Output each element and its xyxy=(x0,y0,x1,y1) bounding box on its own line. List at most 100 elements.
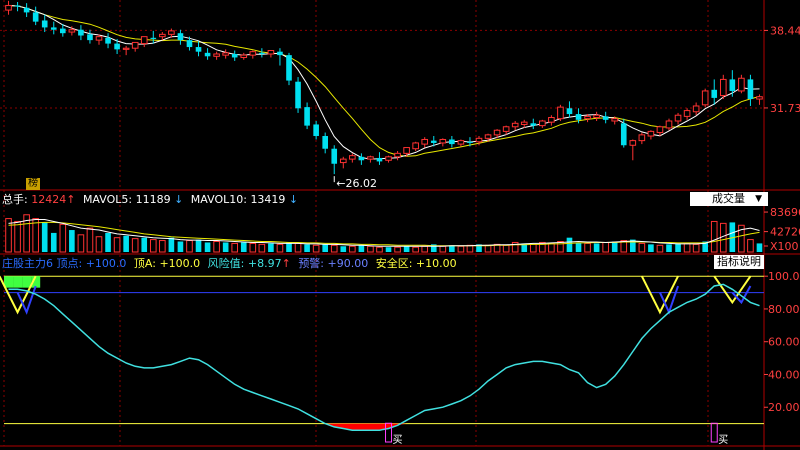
mavol10-value: 13419 xyxy=(250,193,286,206)
candle-body xyxy=(729,79,736,91)
volume-bar xyxy=(593,243,600,252)
candlestick xyxy=(358,153,365,165)
candle-body xyxy=(105,37,111,44)
buy-signal-marker xyxy=(710,422,718,443)
volume-bar xyxy=(340,246,347,252)
volume-bar xyxy=(367,245,374,253)
candlestick xyxy=(222,49,229,59)
volume-header: 总手: 12424↑ MAVOL5: 11189 ↓ MAVOL10: 1341… xyxy=(2,194,298,206)
candle-body xyxy=(747,79,754,100)
candlestick xyxy=(349,153,356,163)
candle-body xyxy=(367,156,374,160)
candle-body xyxy=(647,130,655,137)
volume-bar xyxy=(421,245,429,253)
total-volume-value: 12424 xyxy=(31,193,67,206)
volume-bar xyxy=(312,244,320,253)
candle-body xyxy=(168,30,175,35)
candlestick xyxy=(313,120,319,140)
volume-bar xyxy=(584,242,591,253)
candle-body xyxy=(457,140,465,145)
candlestick xyxy=(267,50,275,58)
indicator-warn-value: 预警: +90.00 xyxy=(298,257,369,270)
candle-body xyxy=(304,107,310,126)
chart-stage: { "colors": { "up": "#ff3232", "down": "… xyxy=(0,0,800,450)
candlestick xyxy=(747,74,754,106)
volume-bar xyxy=(648,244,654,252)
caret-down-icon: ▼ xyxy=(755,194,762,204)
candle-body xyxy=(449,139,455,145)
volume-bar xyxy=(330,244,338,253)
down-arrow-icon: ↓ xyxy=(285,193,299,206)
candlestick xyxy=(421,137,429,148)
candlestick xyxy=(295,77,301,113)
candle-body xyxy=(430,140,437,143)
candle-body xyxy=(177,33,184,41)
candlestick xyxy=(331,145,338,175)
indicator-help-button[interactable]: 指标说明 xyxy=(714,255,764,269)
candlestick xyxy=(122,45,130,56)
candle-body xyxy=(593,114,600,119)
volume-bar xyxy=(638,242,646,253)
volume-bar xyxy=(548,242,555,253)
candle-body xyxy=(692,105,700,113)
indicator-risk-value: 风险值: +8.97 xyxy=(207,257,282,270)
candle-body xyxy=(756,96,763,100)
candle-body xyxy=(50,27,57,30)
candle-body xyxy=(530,123,537,126)
volume-bar xyxy=(394,246,401,253)
candle-body xyxy=(131,41,139,49)
candlestick xyxy=(701,88,709,108)
indicator-axis-label: 100.0 xyxy=(768,270,800,283)
candle-body xyxy=(548,117,555,123)
volume-bar xyxy=(294,242,302,253)
candlestick xyxy=(385,155,392,163)
indicator-axis-label: 40.00 xyxy=(768,368,800,381)
candle-body xyxy=(60,28,66,34)
down-arrow-icon: ↓ xyxy=(170,193,184,206)
volume-bar xyxy=(141,237,148,252)
candlestick xyxy=(286,52,292,86)
volume-bar xyxy=(222,242,229,252)
candlestick xyxy=(557,104,564,121)
indicator-selector-dropdown[interactable]: 成交量 ▼ xyxy=(690,192,768,206)
volume-bar xyxy=(159,240,166,253)
candle-body xyxy=(511,122,519,128)
candle-body xyxy=(204,52,211,57)
candle-body xyxy=(259,52,265,54)
candlestick xyxy=(140,36,148,48)
candle-body xyxy=(5,4,12,11)
indicator-top-value: 顶A: +100.0 xyxy=(133,257,201,270)
candlestick xyxy=(683,108,691,120)
candlestick xyxy=(602,111,609,124)
buy-signal-label: 买 xyxy=(718,434,728,446)
indicator-header: 庄股主力6 顶点: +100.0 顶A: +100.0 风险值: +8.97↑ … xyxy=(2,258,457,270)
candle-body xyxy=(439,138,447,144)
stock-chart-svg: ←26.02 买 买 38.44 31.73 83696 42726X100 100.0 8… xyxy=(0,0,800,450)
candlestick xyxy=(756,94,763,105)
candlestick xyxy=(105,33,111,49)
volume-bar xyxy=(186,240,193,253)
candle-body xyxy=(575,114,582,120)
candle-body xyxy=(14,5,21,7)
candlestick xyxy=(339,156,347,169)
indicator-axis-label: 80.00 xyxy=(768,303,800,316)
up-arrow-icon: ↑ xyxy=(66,193,76,206)
candle-body xyxy=(122,47,130,50)
candle-body xyxy=(339,158,347,164)
candlestick xyxy=(719,74,727,100)
volume-bar xyxy=(168,237,175,252)
candlestick xyxy=(457,139,465,147)
volume-bar xyxy=(403,246,410,252)
volume-bar xyxy=(32,218,39,253)
candlestick xyxy=(14,2,21,12)
candle-body xyxy=(95,36,103,41)
candle-body xyxy=(566,108,573,115)
candle-body xyxy=(520,121,528,125)
volume-bar xyxy=(177,241,184,252)
candlestick xyxy=(711,79,718,105)
candle-body xyxy=(638,134,646,142)
candle-body xyxy=(358,156,365,161)
candlestick xyxy=(150,30,157,44)
indicator-pos-value: 顶点: +100.0 xyxy=(56,257,127,270)
candle-body xyxy=(267,50,275,55)
